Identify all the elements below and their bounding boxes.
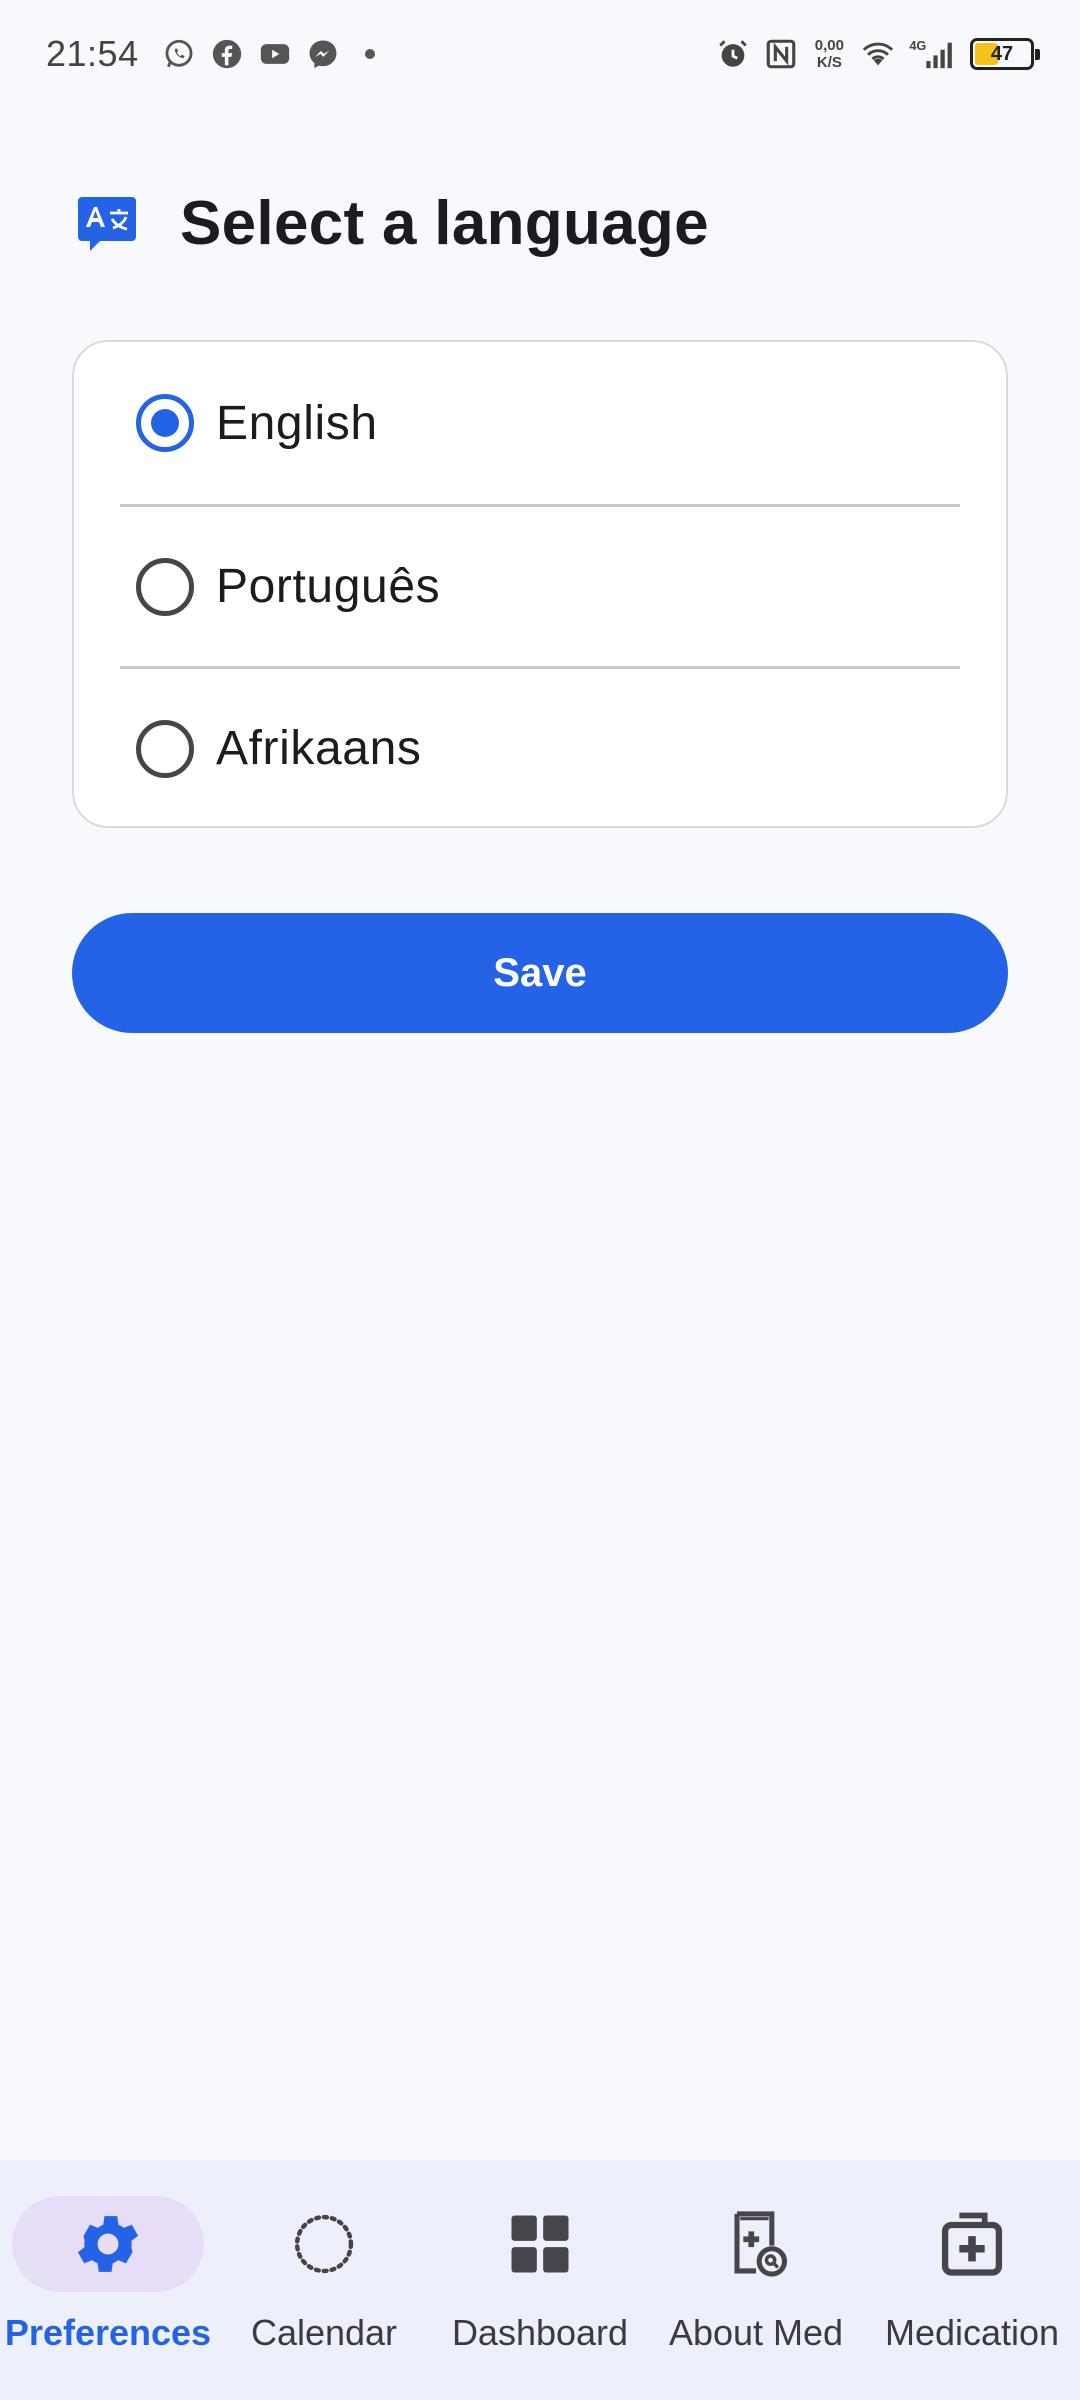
dotted-circle-icon — [294, 2214, 354, 2274]
nav-label: Calendar — [250, 2312, 398, 2353]
nav-item-medication[interactable]: Medication — [864, 2160, 1080, 2400]
translate-icon — [78, 196, 136, 251]
more-notifications-dot — [364, 49, 375, 59]
nav-item-preferences[interactable]: Preferences — [0, 2160, 216, 2400]
language-label: Português — [216, 560, 441, 613]
battery-level: 47 — [990, 42, 1014, 65]
status-left: 21:54 — [46, 33, 375, 75]
network-speed-unit: K/S — [816, 54, 842, 71]
nav-icon-container — [660, 2196, 852, 2292]
whatsapp-icon — [162, 37, 196, 71]
cellular-signal-icon: 4G — [909, 37, 955, 71]
medicine-box-icon — [941, 2212, 1003, 2276]
wifi-icon — [861, 37, 895, 71]
language-option-afrikaans[interactable]: Afrikaans — [120, 666, 960, 828]
language-settings-screen: 21:54 0,00 K/S 4G 47 Select a language E… — [0, 0, 1080, 2400]
youtube-icon — [258, 37, 292, 71]
network-type-label: 4G — [909, 38, 926, 53]
network-speed-value: 0,00 — [814, 37, 844, 54]
nav-label: Preferences — [4, 2312, 212, 2353]
nav-icon-container — [228, 2196, 420, 2292]
facebook-icon — [210, 37, 244, 71]
radio-button-selected[interactable] — [136, 394, 194, 452]
nav-label: Dashboard — [451, 2312, 629, 2353]
nav-item-about-med[interactable]: About Med — [648, 2160, 864, 2400]
nfc-icon — [764, 37, 798, 71]
nav-item-dashboard[interactable]: Dashboard — [432, 2160, 648, 2400]
nav-icon-container — [444, 2196, 636, 2292]
network-speed: 0,00 K/S — [815, 37, 844, 71]
nav-item-calendar[interactable]: Calendar — [216, 2160, 432, 2400]
language-option-portugues[interactable]: Português — [120, 504, 960, 666]
bottom-navigation: Preferences Calendar Dashboard About Med… — [0, 2160, 1080, 2400]
language-option-english[interactable]: English — [120, 342, 960, 504]
nav-label: Medication — [884, 2312, 1060, 2353]
save-button[interactable]: Save — [72, 913, 1008, 1033]
page-header: Select a language — [76, 188, 709, 259]
gear-icon — [77, 2216, 139, 2272]
language-label: English — [216, 396, 378, 450]
nav-label: About Med — [668, 2312, 844, 2353]
status-time: 21:54 — [46, 33, 139, 74]
messenger-icon — [306, 37, 340, 71]
nav-icon-container — [876, 2196, 1068, 2292]
language-label: Afrikaans — [216, 722, 422, 775]
radio-dot — [151, 409, 179, 437]
status-right: 0,00 K/S 4G 47 — [709, 37, 1040, 71]
battery-indicator: 47 — [970, 38, 1040, 70]
radio-button[interactable] — [136, 557, 194, 616]
medical-book-search-icon — [734, 2211, 788, 2277]
page-title: Select a language — [180, 189, 709, 258]
status-bar: 21:54 0,00 K/S 4G 47 — [0, 0, 1080, 108]
nav-active-indicator — [12, 2196, 204, 2292]
language-options-card: English Português Afrikaans — [72, 340, 1008, 828]
dashboard-grid-icon — [511, 2215, 569, 2273]
radio-button[interactable] — [136, 719, 194, 778]
alarm-icon — [716, 37, 750, 71]
